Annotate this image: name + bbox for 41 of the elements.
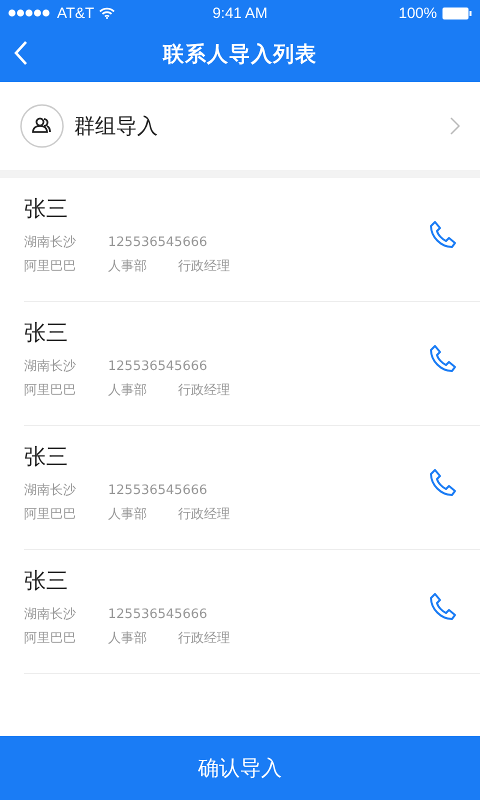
contact-region: 湖南长沙 [24, 358, 77, 375]
battery-percent: 100% [398, 4, 437, 22]
phone-icon[interactable] [428, 344, 458, 374]
contact-phone: 125536545666 [108, 234, 208, 250]
group-import-label: 群组导入 [74, 113, 159, 140]
contact-company: 阿里巴巴 [24, 258, 77, 275]
contact-position: 行政经理 [178, 630, 230, 647]
contact-department: 人事部 [108, 258, 148, 275]
contact-position: 行政经理 [178, 258, 230, 275]
wifi-icon [99, 7, 116, 19]
phone-icon[interactable] [428, 220, 458, 250]
carrier-text: AT&T [57, 4, 94, 22]
contact-position: 行政经理 [178, 506, 230, 523]
back-button[interactable] [14, 40, 28, 66]
phone-icon[interactable] [428, 592, 458, 622]
contact-company: 阿里巴巴 [24, 630, 77, 647]
contact-name: 张三 [24, 196, 69, 224]
contact-company: 阿里巴巴 [24, 382, 77, 399]
group-icon [20, 104, 64, 148]
contact-position: 行政经理 [178, 382, 230, 399]
contact-region: 湖南长沙 [24, 606, 77, 623]
contact-name: 张三 [24, 320, 69, 348]
confirm-import-button[interactable]: 确认导入 [0, 736, 480, 800]
contact-department: 人事部 [108, 630, 148, 647]
contact-phone: 125536545666 [108, 606, 208, 622]
contact-region: 湖南长沙 [24, 482, 77, 499]
contact-name: 张三 [24, 568, 69, 596]
contact-department: 人事部 [108, 506, 148, 523]
phone-icon[interactable] [428, 468, 458, 498]
status-time: 9:41 AM [212, 4, 268, 22]
page-title: 联系人导入列表 [163, 41, 317, 68]
contact-company: 阿里巴巴 [24, 506, 77, 523]
group-import-row[interactable]: 群组导入 [0, 82, 480, 170]
signal-icon [8, 9, 52, 17]
contact-department: 人事部 [108, 382, 148, 399]
contact-phone: 125536545666 [108, 482, 208, 498]
contact-region: 湖南长沙 [24, 234, 77, 251]
battery-icon [442, 6, 472, 20]
contact-phone: 125536545666 [108, 358, 208, 374]
contact-name: 张三 [24, 444, 69, 472]
chevron-icon [450, 117, 460, 135]
